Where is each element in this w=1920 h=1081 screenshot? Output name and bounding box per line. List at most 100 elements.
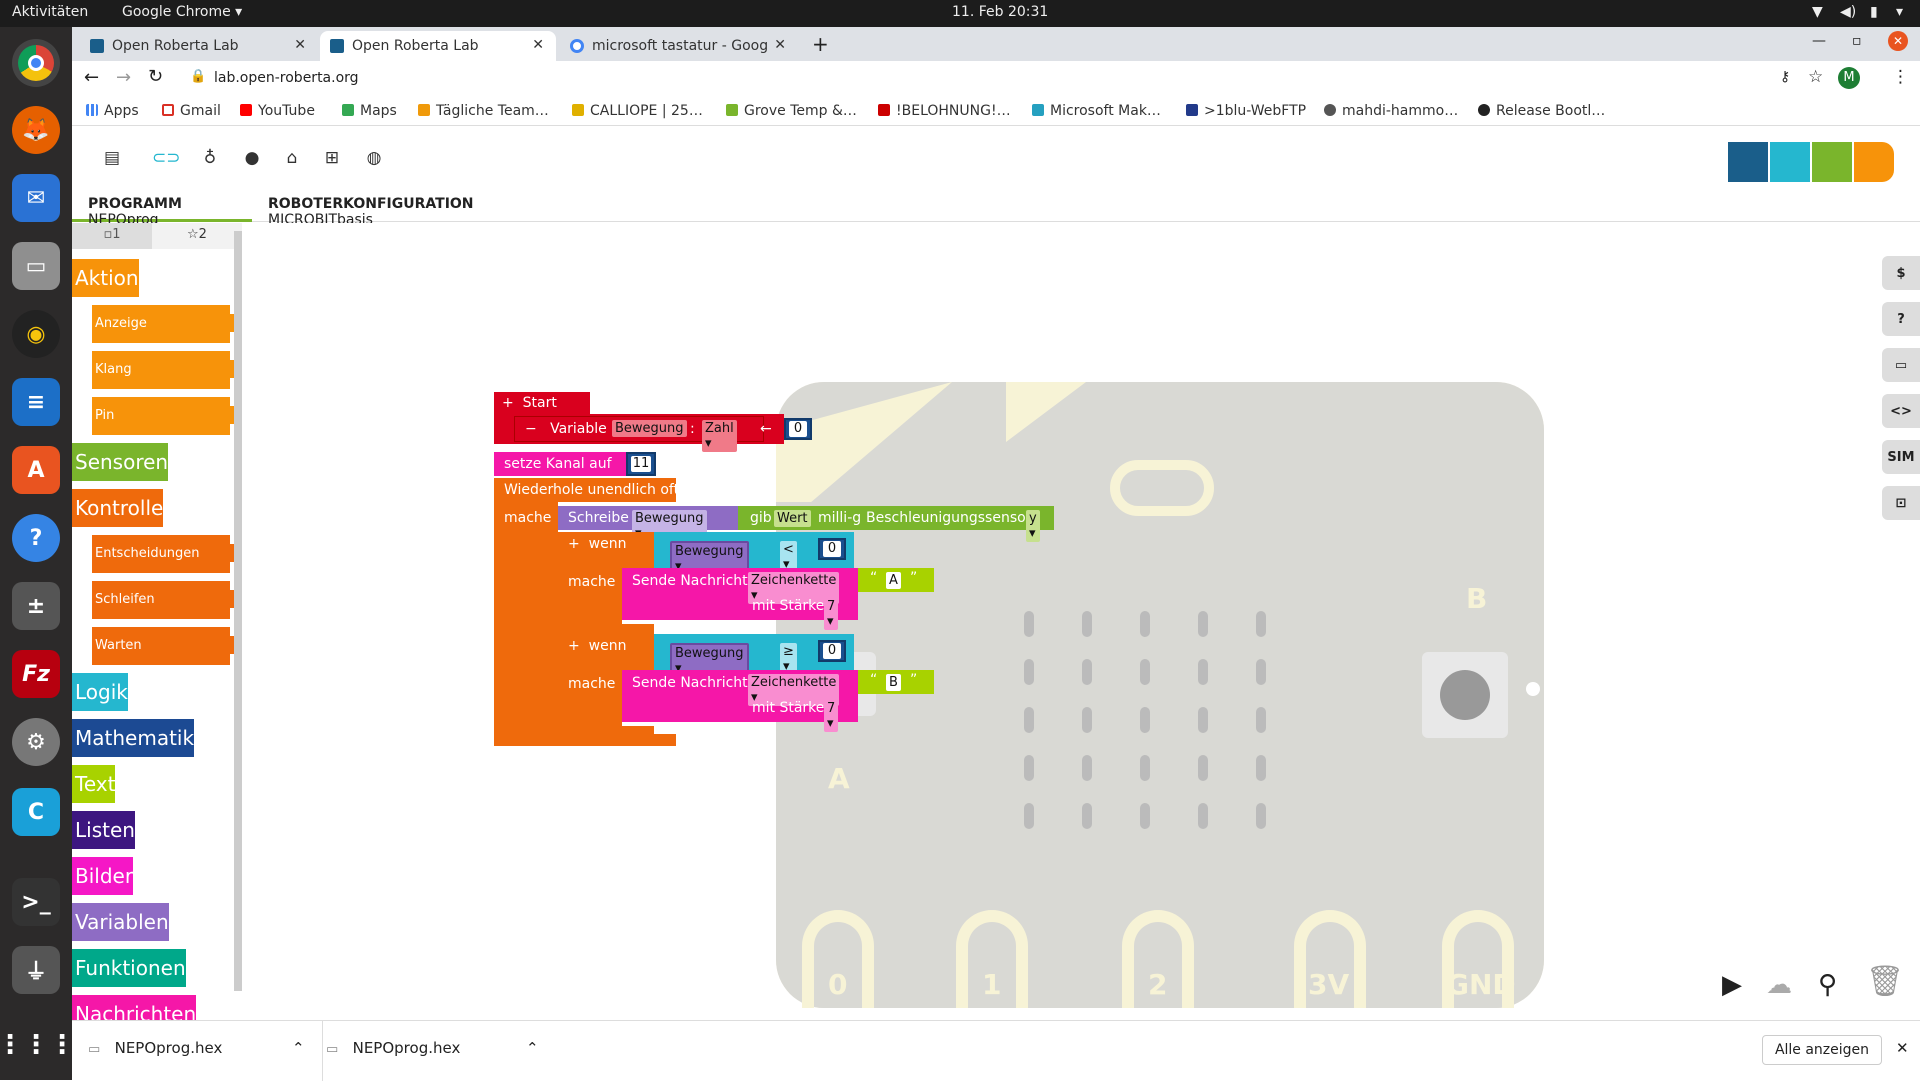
bookmark-microsoft[interactable]: Microsoft Mak… bbox=[1032, 103, 1161, 119]
profile-avatar[interactable]: M bbox=[1838, 67, 1860, 89]
remove-icon[interactable]: − bbox=[525, 421, 537, 437]
download-item-1[interactable]: ▭ NEPOprog.hex ⌃ bbox=[88, 1039, 308, 1063]
forward-icon[interactable]: → bbox=[116, 67, 131, 88]
restore-icon[interactable]: ▫ bbox=[1852, 33, 1862, 49]
chrome-icon[interactable] bbox=[12, 39, 60, 87]
download-item-2[interactable]: ▭ NEPOprog.hex ⌃ bbox=[326, 1039, 546, 1063]
bookmark-belohnung[interactable]: !BELOHNUNG!… bbox=[878, 103, 1011, 119]
bookmark-teams[interactable]: Tägliche Team… bbox=[418, 103, 549, 119]
init-value-block[interactable]: 0 bbox=[784, 418, 812, 440]
network-icon[interactable]: ▼ bbox=[1812, 4, 1823, 20]
set-channel-block[interactable]: setze Kanal auf bbox=[494, 452, 626, 476]
language-globe-icon[interactable]: ◍ bbox=[364, 148, 384, 168]
bookmark-calliope[interactable]: CALLIOPE | 25… bbox=[572, 103, 703, 119]
clock[interactable]: 11. Feb 20:31 bbox=[952, 4, 1048, 20]
rhythmbox-icon[interactable]: ◉ bbox=[12, 310, 60, 358]
palette-category-bilder[interactable]: Bilder bbox=[72, 857, 134, 895]
info-button[interactable]: ▭ bbox=[1882, 348, 1920, 382]
palette-category-klang[interactable]: Klang bbox=[92, 351, 240, 389]
activities-button[interactable]: Aktivitäten bbox=[12, 4, 88, 20]
calculator-icon[interactable]: ± bbox=[12, 582, 60, 630]
minimize-icon[interactable]: — bbox=[1812, 33, 1826, 49]
bookmark-star-icon[interactable]: ☆ bbox=[1808, 67, 1823, 87]
palette-category-mathematik[interactable]: Mathematik bbox=[72, 719, 195, 757]
compare-value-block-1[interactable]: 0 bbox=[818, 538, 846, 560]
palette-category-warten[interactable]: Warten bbox=[92, 627, 240, 665]
new-tab-icon[interactable]: + bbox=[812, 32, 829, 56]
palette-category-anzeige[interactable]: Anzeige bbox=[92, 305, 240, 343]
calliope-icon[interactable]: C bbox=[12, 788, 60, 836]
help-button[interactable]: ? bbox=[1882, 302, 1920, 336]
tab-open-roberta-2[interactable]: Open Roberta Lab ✕ bbox=[320, 31, 556, 61]
robot-icon[interactable]: ⊂⊃ bbox=[152, 148, 181, 168]
bookmark-1blu[interactable]: >1blu-WebFTP bbox=[1186, 103, 1306, 119]
repeat-forever-block[interactable]: Wiederhole unendlich oft bbox=[494, 478, 679, 502]
back-icon[interactable]: ← bbox=[84, 67, 99, 88]
start-block[interactable]: + Start bbox=[494, 392, 590, 414]
channel-value-block[interactable]: 11 bbox=[626, 452, 656, 476]
tab-robot-configuration[interactable]: ROBOTERKONFIGURATION MICROBITbasis bbox=[268, 182, 568, 228]
document-icon[interactable]: ▤ bbox=[102, 148, 122, 168]
palette-category-entscheidungen[interactable]: Entscheidungen bbox=[92, 535, 240, 573]
address-bar[interactable]: lab.open-roberta.org bbox=[214, 70, 359, 86]
show-apps-icon[interactable]: ⋮⋮⋮ bbox=[0, 1021, 75, 1069]
filezilla-icon[interactable]: Fz bbox=[12, 650, 60, 698]
palette-category-schleifen[interactable]: Schleifen bbox=[92, 581, 240, 619]
if-block-1[interactable]: + wenn bbox=[558, 532, 654, 568]
collapse-icon[interactable]: + bbox=[502, 395, 514, 411]
help-icon[interactable]: ? bbox=[12, 514, 60, 562]
variable-name-field[interactable]: Bewegung bbox=[612, 420, 687, 437]
tab-close-icon[interactable]: ✕ bbox=[532, 37, 544, 53]
files-icon[interactable]: ▭ bbox=[12, 242, 60, 290]
user-icon[interactable]: ● bbox=[242, 148, 262, 168]
simulation-button[interactable]: SIM bbox=[1882, 440, 1920, 474]
battery-icon[interactable]: ▮ bbox=[1870, 4, 1878, 20]
tab-program[interactable]: PROGRAMM NEPOprog bbox=[72, 182, 252, 228]
chrome-menu-icon[interactable]: ⋮ bbox=[1892, 67, 1909, 87]
palette-tab-expert[interactable]: ☆2 bbox=[152, 223, 242, 249]
usb-drive-icon[interactable]: ⏚ bbox=[12, 946, 60, 994]
tutorial-grid-icon[interactable]: ⊞ bbox=[322, 148, 342, 168]
message-text-2[interactable]: B bbox=[886, 674, 901, 691]
bookmark-youtube[interactable]: YouTube bbox=[240, 103, 315, 119]
strength-dropdown-2[interactable]: 7 ▾ bbox=[824, 700, 839, 732]
add-else-icon[interactable]: + bbox=[568, 638, 580, 654]
thunderbird-icon[interactable]: ✉ bbox=[12, 174, 60, 222]
bookmark-apps[interactable]: Apps bbox=[86, 103, 139, 119]
if-block-2[interactable]: + wenn bbox=[558, 634, 654, 670]
palette-category-sensoren[interactable]: Sensoren bbox=[72, 443, 169, 481]
gallery-icon[interactable]: ⌂ bbox=[282, 148, 302, 168]
tab-close-icon[interactable]: ✕ bbox=[774, 37, 786, 53]
tab-open-roberta-1[interactable]: Open Roberta Lab ✕ bbox=[80, 31, 318, 61]
system-menu-icon[interactable]: ▾ bbox=[1896, 4, 1903, 20]
chevron-up-icon[interactable]: ⌃ bbox=[526, 1039, 539, 1057]
palette-category-aktion[interactable]: Aktion bbox=[72, 259, 139, 297]
bookmark-mahdi[interactable]: mahdi-hammo… bbox=[1324, 103, 1458, 119]
trash-icon[interactable]: 🗑 bbox=[1866, 964, 1904, 999]
tab-close-icon[interactable]: ✕ bbox=[294, 37, 306, 53]
app-menu[interactable]: Google Chrome ▾ bbox=[122, 4, 242, 20]
compare-value-block-2[interactable]: 0 bbox=[818, 640, 846, 662]
zoom-icon[interactable]: ⚲ bbox=[1818, 970, 1837, 1000]
palette-scrollbar[interactable] bbox=[234, 231, 242, 991]
palette-category-kontrolle[interactable]: Kontrolle bbox=[72, 489, 164, 527]
palette-tab-beginner[interactable]: ▫1 bbox=[72, 223, 152, 249]
bookmark-maps[interactable]: Maps bbox=[342, 103, 397, 119]
palette-category-pin[interactable]: Pin bbox=[92, 397, 240, 435]
volume-icon[interactable]: ◀) bbox=[1840, 4, 1856, 20]
axis-dropdown[interactable]: y ▾ bbox=[1026, 510, 1040, 542]
bookmark-gmail[interactable]: Gmail bbox=[162, 103, 221, 119]
bookmark-release[interactable]: Release Bootl… bbox=[1478, 103, 1605, 119]
variable-type-dropdown[interactable]: Zahl ▾ bbox=[702, 420, 737, 452]
value-dropdown[interactable]: Wert bbox=[774, 510, 811, 527]
message-text-1[interactable]: A bbox=[886, 572, 901, 589]
writer-icon[interactable]: ≡ bbox=[12, 378, 60, 426]
source-code-button[interactable]: <> bbox=[1882, 394, 1920, 428]
show-all-button[interactable]: Alle anzeigen bbox=[1762, 1035, 1882, 1065]
palette-category-funktionen[interactable]: Funktionen bbox=[72, 949, 186, 987]
software-icon[interactable]: A bbox=[12, 446, 60, 494]
palette-category-variablen[interactable]: Variablen bbox=[72, 903, 169, 941]
run-icon[interactable]: ▶ bbox=[1722, 970, 1742, 1000]
close-window-icon[interactable]: ✕ bbox=[1888, 31, 1908, 51]
robot-connection-button[interactable]: ⊡ bbox=[1882, 486, 1920, 520]
